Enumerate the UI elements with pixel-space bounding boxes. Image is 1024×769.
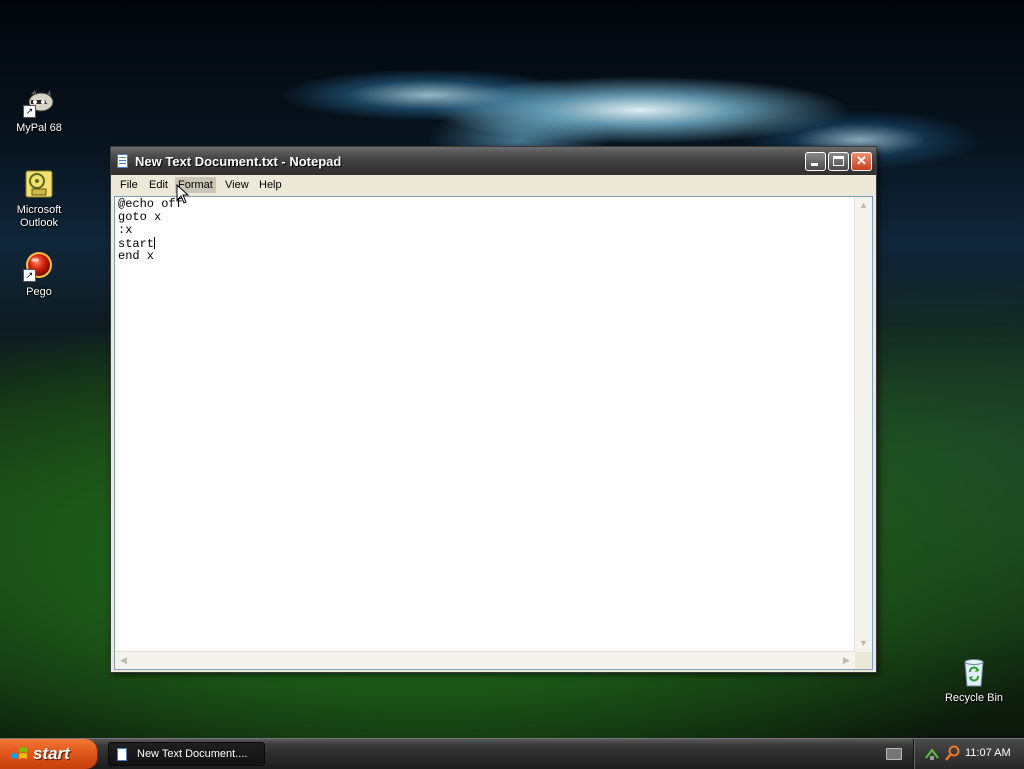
windows-logo-icon (11, 747, 27, 759)
keyboard-language-icon[interactable] (886, 748, 902, 760)
desktop-icon-mypal[interactable]: ↗ MyPal 68 (1, 86, 77, 135)
raccoon-icon: ↗ (23, 86, 55, 118)
search-icon[interactable] (944, 745, 960, 762)
menu-help[interactable]: Help (256, 177, 285, 193)
pego-red-ball-icon: ↗ (23, 250, 55, 282)
minimize-icon (811, 163, 818, 166)
mouse-pointer-icon (176, 184, 190, 204)
editor-text[interactable]: @echo off goto x :x start end x (118, 198, 183, 263)
recycle-bin-icon (958, 656, 990, 688)
shortcut-arrow-icon: ↗ (23, 105, 36, 118)
desktop-icon-label: Pego (26, 286, 52, 298)
taskbar-button-label: New Text Document.... (137, 748, 248, 760)
vertical-scrollbar[interactable]: ▲ ▼ (854, 197, 872, 652)
editor-line: :x (118, 223, 133, 237)
notepad-window[interactable]: New Text Document.txt - Notepad ✕ File E… (110, 146, 877, 673)
scroll-up-arrow-icon[interactable]: ▲ (855, 197, 872, 214)
desktop-icon-label: Recycle Bin (944, 692, 1004, 704)
desktop-icon-label: Microsoft Outlook (16, 204, 62, 229)
desktop-icon-outlook[interactable]: Microsoft Outlook (1, 168, 77, 230)
text-editor-area[interactable]: @echo off goto x :x start end x ▲ ▼ ◀ ▶ (114, 196, 873, 670)
desktop-icon-pego[interactable]: ↗ Pego (1, 250, 77, 299)
maximize-button[interactable] (828, 152, 849, 171)
close-icon: ✕ (856, 153, 867, 168)
clock[interactable]: 11:07 AM (965, 747, 1011, 759)
menu-view[interactable]: View (222, 177, 252, 193)
desktop-background: ↗ MyPal 68 Microsoft Outlook ↗ Pego Recy… (0, 0, 1024, 738)
minimize-button[interactable] (805, 152, 826, 171)
menu-file[interactable]: File (117, 177, 141, 193)
horizontal-scrollbar[interactable]: ◀ ▶ (115, 651, 855, 669)
start-label: start (33, 744, 70, 763)
taskbar-button-notepad[interactable]: New Text Document.... (108, 742, 265, 766)
notepad-icon (117, 748, 127, 761)
desktop-icon-recycle-bin[interactable]: Recycle Bin (936, 656, 1012, 705)
window-title: New Text Document.txt - Notepad (135, 154, 342, 169)
title-bar[interactable]: New Text Document.txt - Notepad ✕ (111, 147, 876, 175)
shortcut-arrow-icon: ↗ (23, 269, 36, 282)
outlook-icon (23, 168, 55, 200)
scrollbar-corner (855, 652, 872, 669)
notepad-icon[interactable] (117, 154, 128, 168)
menu-edit[interactable]: Edit (146, 177, 171, 193)
desktop-icon-label: MyPal 68 (16, 122, 62, 134)
taskbar: start New Text Document.... 11:07 AM (0, 738, 1024, 769)
scroll-right-arrow-icon[interactable]: ▶ (838, 652, 855, 669)
scroll-left-arrow-icon[interactable]: ◀ (115, 652, 132, 669)
scroll-down-arrow-icon[interactable]: ▼ (855, 635, 872, 652)
start-button[interactable]: start (0, 739, 98, 769)
network-icon[interactable] (924, 746, 940, 762)
editor-line: end x (118, 249, 155, 263)
text-caret (154, 237, 156, 249)
menu-bar: File Edit Format View Help (114, 175, 873, 195)
system-tray: 11:07 AM (913, 739, 1024, 769)
maximize-icon (833, 156, 844, 166)
close-button[interactable]: ✕ (851, 152, 872, 171)
